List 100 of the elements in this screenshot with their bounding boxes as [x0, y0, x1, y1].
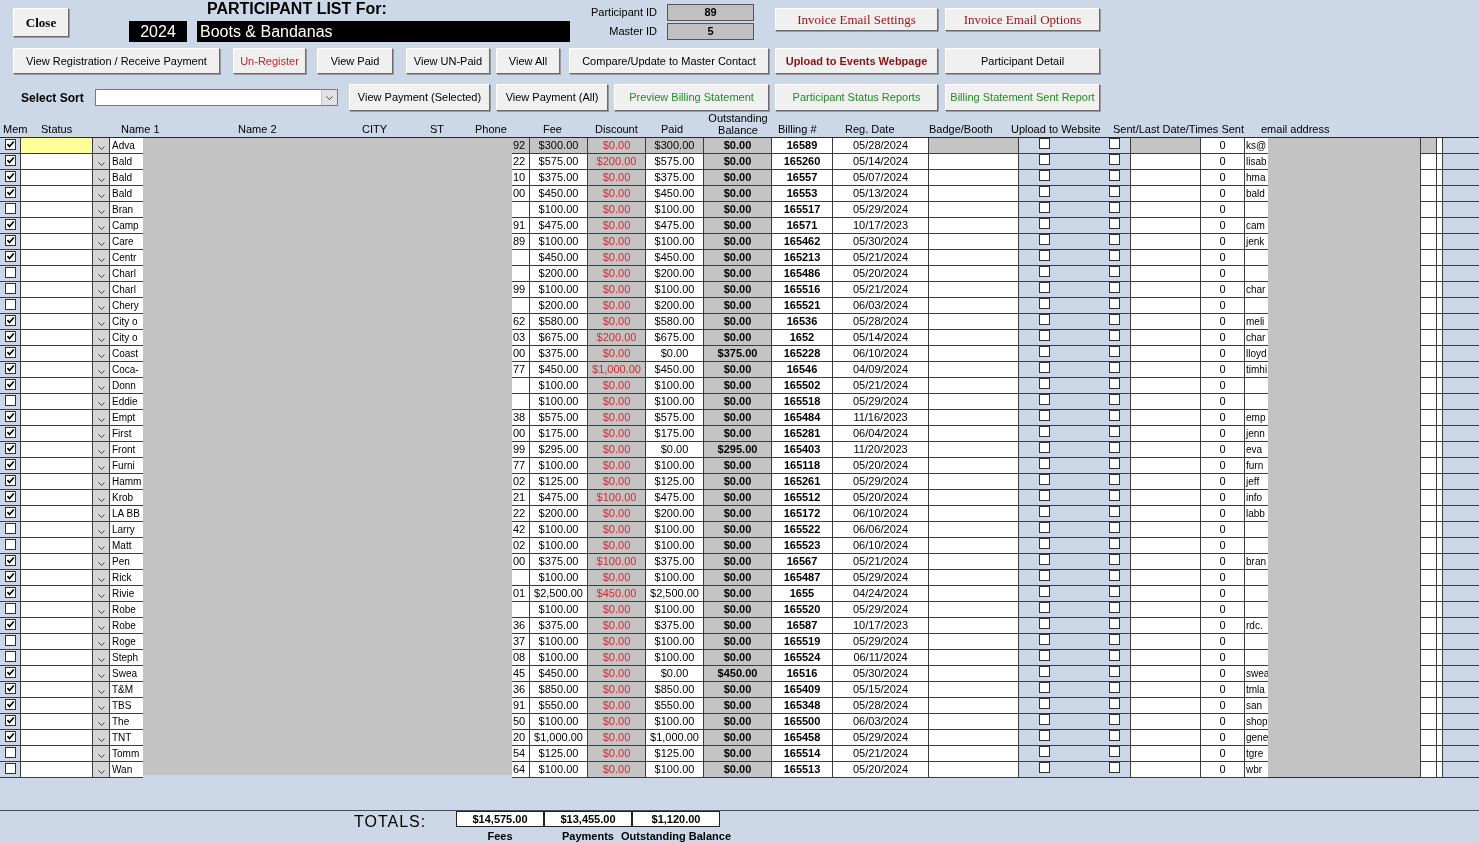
checkbox[interactable] [1109, 138, 1120, 149]
status-field[interactable] [21, 394, 93, 410]
checkbox[interactable] [4, 315, 16, 326]
date-field[interactable] [1131, 154, 1201, 170]
checkbox[interactable] [1039, 394, 1050, 405]
text-field[interactable] [929, 474, 1019, 490]
status-field[interactable] [21, 298, 93, 314]
status-field[interactable] [21, 138, 93, 154]
checkbox[interactable] [1039, 186, 1050, 197]
status-field[interactable] [21, 714, 93, 730]
checkbox[interactable] [1039, 730, 1050, 741]
date-field[interactable] [1131, 266, 1201, 282]
checkbox[interactable] [4, 427, 16, 438]
checkbox[interactable] [1109, 666, 1120, 677]
button[interactable]: View Registration / Receive Payment [13, 48, 220, 74]
date-field[interactable] [1131, 746, 1201, 762]
status-field[interactable] [21, 634, 93, 650]
date-field[interactable] [1131, 170, 1201, 186]
text-field[interactable] [929, 650, 1019, 666]
dropdown-button[interactable] [93, 746, 110, 762]
dropdown-button[interactable] [93, 490, 110, 506]
dropdown-button[interactable] [93, 426, 110, 442]
checkbox[interactable] [1039, 442, 1050, 453]
checkbox[interactable] [4, 555, 16, 566]
checkbox[interactable] [1109, 618, 1120, 629]
close-button[interactable]: Close [13, 8, 69, 37]
checkbox[interactable] [4, 187, 16, 198]
text-field[interactable] [929, 570, 1019, 586]
text-field[interactable] [929, 410, 1019, 426]
checkbox[interactable] [4, 267, 16, 278]
button[interactable]: View Paid [317, 48, 393, 74]
checkbox[interactable] [4, 347, 16, 358]
status-field[interactable] [21, 330, 93, 346]
dropdown-button[interactable] [93, 346, 110, 362]
text-field[interactable] [929, 170, 1019, 186]
date-field[interactable] [1131, 570, 1201, 586]
checkbox[interactable] [1039, 138, 1050, 149]
text-field[interactable] [929, 378, 1019, 394]
dropdown-button[interactable] [93, 474, 110, 490]
checkbox[interactable] [1039, 458, 1050, 469]
text-field[interactable] [929, 218, 1019, 234]
date-field[interactable] [1131, 474, 1201, 490]
checkbox[interactable] [4, 651, 16, 662]
checkbox[interactable] [1109, 170, 1120, 181]
checkbox[interactable] [4, 155, 16, 166]
checkbox[interactable] [1109, 394, 1120, 405]
date-field[interactable] [1131, 186, 1201, 202]
text-field[interactable] [929, 362, 1019, 378]
text-field[interactable] [929, 458, 1019, 474]
dropdown-button[interactable] [93, 394, 110, 410]
status-field[interactable] [21, 458, 93, 474]
checkbox[interactable] [1039, 234, 1050, 245]
text-field[interactable] [929, 698, 1019, 714]
checkbox[interactable] [4, 411, 16, 422]
checkbox[interactable] [1109, 506, 1120, 517]
checkbox[interactable] [1109, 570, 1120, 581]
dropdown-button[interactable] [93, 538, 110, 554]
checkbox[interactable] [1109, 266, 1120, 277]
date-field[interactable] [1131, 634, 1201, 650]
checkbox[interactable] [1039, 554, 1050, 565]
date-field[interactable] [1131, 458, 1201, 474]
date-field[interactable] [1131, 586, 1201, 602]
checkbox[interactable] [1109, 586, 1120, 597]
date-field[interactable] [1131, 282, 1201, 298]
status-field[interactable] [21, 506, 93, 522]
status-field[interactable] [21, 346, 93, 362]
dropdown-button[interactable] [93, 234, 110, 250]
date-field[interactable] [1131, 682, 1201, 698]
dropdown-button[interactable] [93, 202, 110, 218]
checkbox[interactable] [4, 683, 16, 694]
checkbox[interactable] [1109, 346, 1120, 357]
dropdown-button[interactable] [93, 362, 110, 378]
checkbox[interactable] [1039, 762, 1050, 773]
text-field[interactable] [929, 634, 1019, 650]
status-field[interactable] [21, 682, 93, 698]
status-field[interactable] [21, 202, 93, 218]
checkbox[interactable] [4, 635, 16, 646]
text-field[interactable] [929, 442, 1019, 458]
checkbox[interactable] [1039, 746, 1050, 757]
checkbox[interactable] [1109, 634, 1120, 645]
checkbox[interactable] [4, 715, 16, 726]
checkbox[interactable] [4, 603, 16, 614]
date-field[interactable] [1131, 202, 1201, 218]
checkbox[interactable] [1039, 666, 1050, 677]
checkbox[interactable] [4, 763, 16, 774]
checkbox[interactable] [1109, 458, 1120, 469]
date-field[interactable] [1131, 442, 1201, 458]
checkbox[interactable] [4, 667, 16, 678]
date-field[interactable] [1131, 330, 1201, 346]
text-field[interactable] [929, 234, 1019, 250]
dropdown-button[interactable] [93, 682, 110, 698]
date-field[interactable] [1131, 650, 1201, 666]
date-field[interactable] [1131, 410, 1201, 426]
dropdown-button[interactable] [93, 618, 110, 634]
text-field[interactable] [929, 714, 1019, 730]
status-field[interactable] [21, 426, 93, 442]
checkbox[interactable] [1109, 378, 1120, 389]
status-field[interactable] [21, 490, 93, 506]
text-field[interactable] [929, 618, 1019, 634]
status-field[interactable] [21, 730, 93, 746]
